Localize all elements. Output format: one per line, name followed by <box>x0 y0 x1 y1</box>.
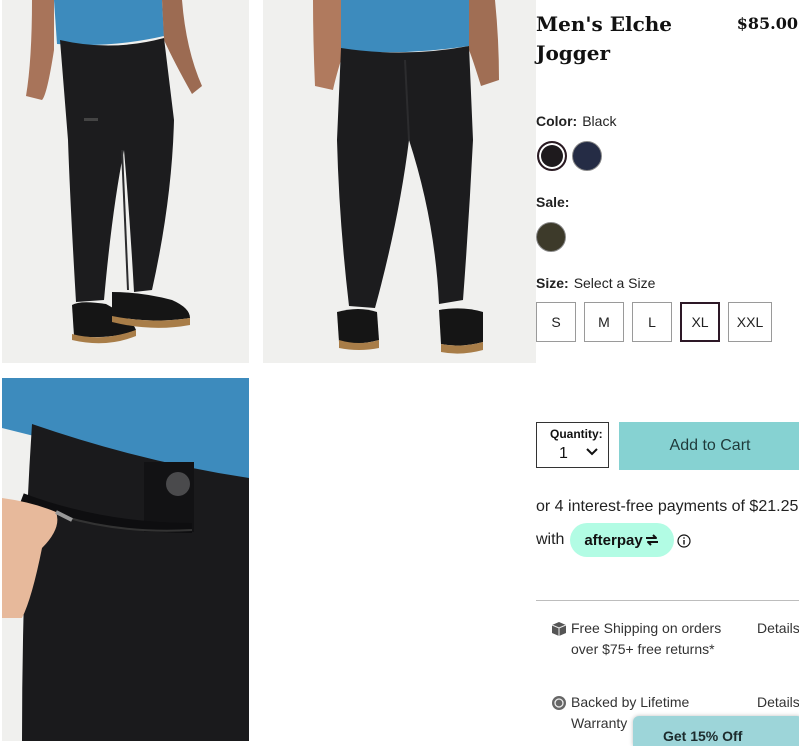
size-option-l[interactable]: L <box>632 302 672 342</box>
afterpay-with-text: with <box>536 531 565 548</box>
color-label: Color: <box>536 113 578 129</box>
info-icon[interactable] <box>677 534 691 548</box>
color-label-row: Color: Black <box>536 113 616 129</box>
shipping-details-link[interactable]: Details <box>757 620 799 636</box>
quantity-value: 1 <box>559 445 568 462</box>
quantity-label: Quantity: <box>550 427 603 441</box>
sale-swatch-olive[interactable] <box>536 222 566 252</box>
product-image-pocket-detail[interactable] <box>2 378 249 741</box>
product-image-back[interactable] <box>263 0 536 363</box>
afterpay-installments-text: or 4 interest-free payments of $21.25 <box>536 498 799 515</box>
size-label-row: Size: Select a Size <box>536 275 655 291</box>
quantity-select[interactable]: Quantity: 1 <box>536 422 609 468</box>
sale-label-row: Sale: <box>536 194 569 210</box>
color-swatch-black[interactable] <box>537 141 567 171</box>
badge-icon <box>552 696 566 710</box>
afterpay-arrows-icon <box>645 534 658 546</box>
sale-label: Sale: <box>536 194 570 210</box>
warranty-details-link[interactable]: Details <box>757 694 799 710</box>
perk-shipping-text: Free Shipping on orders over $75+ free r… <box>571 620 722 657</box>
discount-toast-text: Get 15% Off <box>663 728 743 744</box>
discount-toast[interactable]: Get 15% Off <box>633 716 799 746</box>
size-option-xxl[interactable]: XXL <box>728 302 772 342</box>
product-title: Men's Elche Jogger <box>536 12 673 65</box>
chevron-down-icon <box>586 448 598 456</box>
color-value: Black <box>582 113 617 129</box>
product-price: $85.00 <box>736 14 798 33</box>
size-option-m[interactable]: M <box>584 302 624 342</box>
size-option-s[interactable]: S <box>536 302 576 342</box>
color-swatch-navy[interactable] <box>572 141 602 171</box>
size-value: Select a Size <box>573 275 656 291</box>
box-icon <box>551 622 567 636</box>
product-image-front[interactable] <box>2 0 249 363</box>
add-to-cart-button[interactable]: Add to Cart <box>619 422 799 470</box>
afterpay-badge[interactable]: afterpay <box>570 523 674 557</box>
section-divider <box>536 600 799 601</box>
afterpay-brand: afterpay <box>584 531 643 549</box>
size-option-xl[interactable]: XL <box>680 302 720 342</box>
size-label: Size: <box>536 275 569 291</box>
